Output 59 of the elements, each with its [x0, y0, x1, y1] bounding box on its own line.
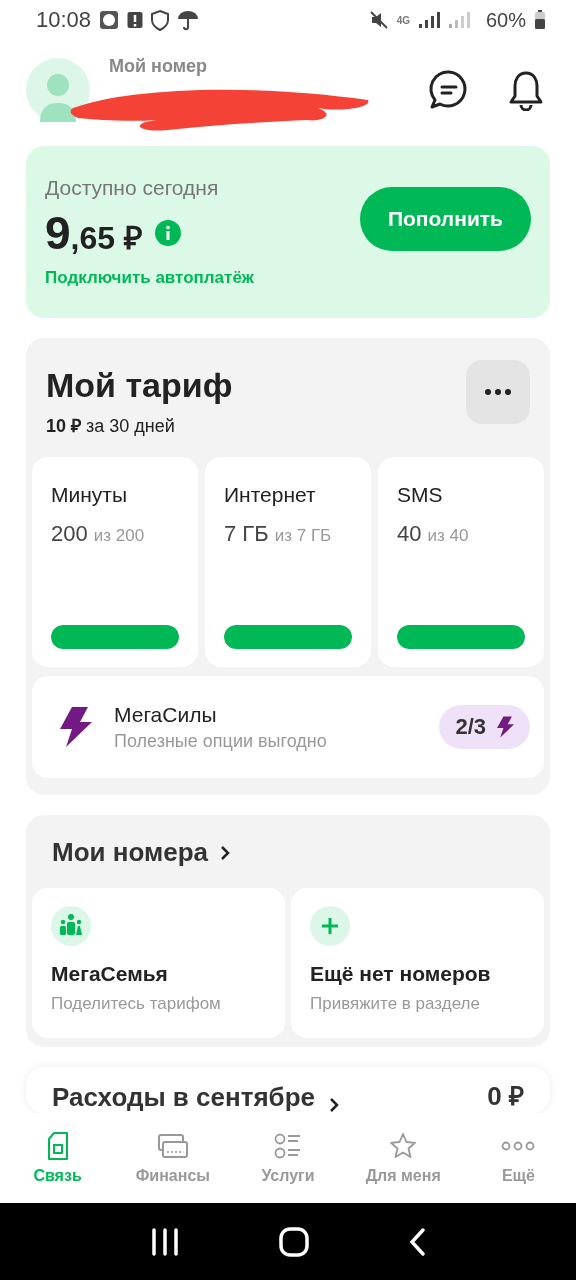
notification-bell-icon[interactable] [508, 69, 544, 111]
list-icon [273, 1131, 303, 1161]
shield-icon [151, 9, 170, 31]
chevron-icon [220, 844, 231, 861]
tariff-price: 10 ₽ за 30 дней [46, 415, 176, 437]
number-card[interactable]: МегаСемья Поделитесь тарифом [32, 888, 285, 1038]
lightning-icon [58, 707, 92, 747]
megasily-count: 2/3 [455, 714, 486, 740]
signal-icon [417, 11, 440, 29]
package-total: из 200 [93, 526, 145, 546]
package-name: Интернет [224, 483, 317, 507]
balance-title: Доступно сегодня [45, 176, 220, 200]
info-icon[interactable] [154, 220, 181, 246]
package-remaining: 40 [397, 521, 422, 547]
recent-apps-icon[interactable] [149, 1227, 180, 1256]
family-icon [51, 906, 91, 946]
number-card-subtitle: Поделитесь тарифом [51, 994, 222, 1014]
package-total: из 7 ГБ [274, 526, 332, 546]
more-icon [485, 389, 511, 395]
more-button[interactable] [466, 360, 530, 424]
expenses-amount: 0 ₽ [487, 1080, 524, 1113]
my-number-label: Мой номер [109, 56, 207, 77]
expenses-card[interactable]: Расходы в сентябре 0 ₽ [26, 1067, 550, 1113]
my-numbers-title[interactable]: Мои номера [52, 837, 209, 868]
battery-percent: 60% [485, 8, 526, 32]
package-name: Минуты [51, 483, 129, 507]
plus-icon [310, 906, 350, 946]
avatar-icon[interactable] [26, 58, 90, 122]
status-time: 10:08 [36, 7, 92, 33]
cards-icon [156, 1131, 189, 1161]
package-remaining: 200 [51, 521, 88, 547]
number-card-title: Ещё нет номеров [310, 962, 492, 986]
star-icon [388, 1131, 419, 1161]
package-total: из 40 [427, 526, 469, 546]
expenses-title: Расходы в сентябре [52, 1082, 315, 1113]
balance-amount: 9,65 ₽ [45, 206, 143, 260]
chevron-icon [329, 1097, 339, 1113]
tariff-title: Мой тариф [46, 366, 234, 405]
battery-icon [534, 10, 546, 30]
back-icon[interactable] [408, 1226, 427, 1257]
package-remaining: 7 ГБ [224, 521, 269, 547]
megasily-subtitle: Полезные опции выгодно [114, 730, 327, 752]
mute-icon [368, 10, 389, 30]
package-name: SMS [397, 483, 444, 507]
network-type: 4G [396, 14, 410, 26]
megasily-title: МегаСилы [114, 702, 218, 727]
alert-icon [127, 11, 144, 29]
signal-icon [447, 11, 470, 29]
package-card[interactable]: Интернет 7 ГБ из 7 ГБ [205, 457, 371, 667]
umbrella-icon [177, 9, 200, 31]
megasily-card[interactable]: МегаСилы Полезные опции выгодно 2/3 [32, 676, 544, 778]
number-card[interactable]: Ещё нет номеров Привяжите в разделе [291, 888, 544, 1038]
package-card[interactable]: SMS 40 из 40 [378, 457, 544, 667]
app-notification-icon [99, 10, 120, 30]
package-card[interactable]: Минуты 200 из 200 [32, 457, 198, 667]
lightning-icon [496, 715, 514, 739]
number-card-subtitle: Привяжите в разделе [310, 994, 481, 1014]
home-icon[interactable] [279, 1226, 309, 1257]
number-card-title: МегаСемья [51, 962, 169, 986]
